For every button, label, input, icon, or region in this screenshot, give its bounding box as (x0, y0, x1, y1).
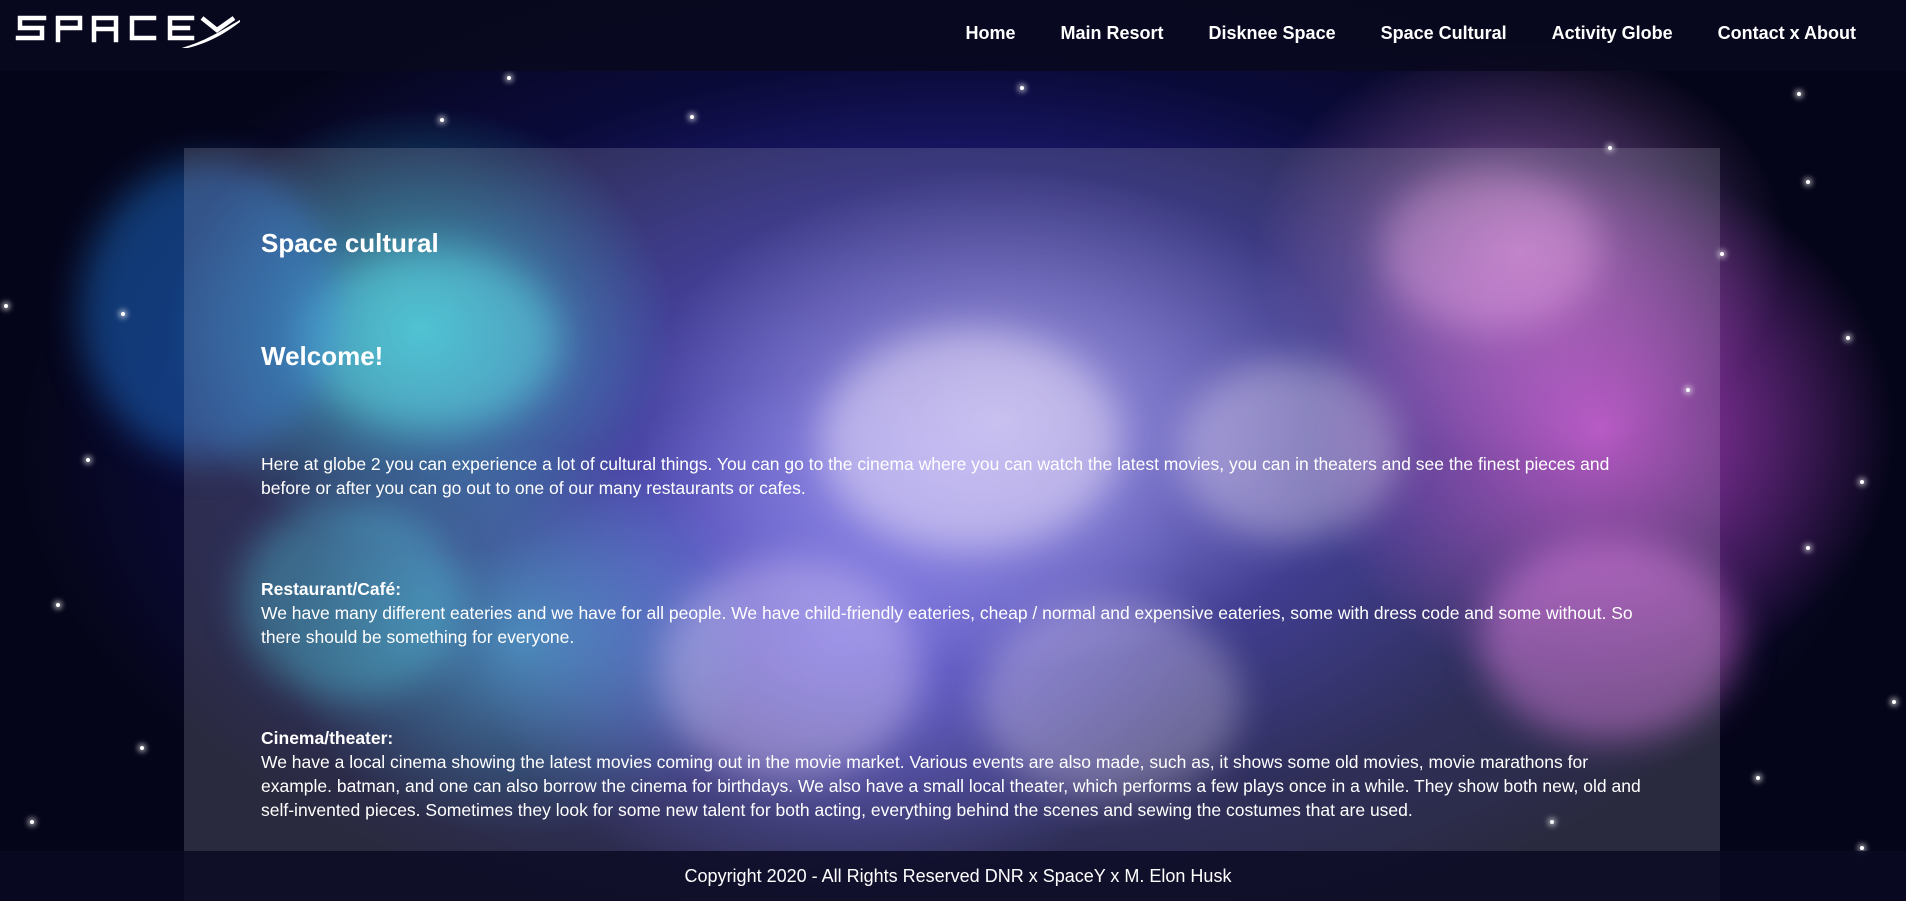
intro-paragraph: Here at globe 2 you can experience a lot… (261, 454, 1610, 498)
content-body: Space cultural Welcome! Here at globe 2 … (261, 228, 1651, 820)
page-title: Space cultural (261, 228, 439, 258)
nav-main-resort[interactable]: Main Resort (1060, 23, 1163, 44)
site-header: Home Main Resort Disknee Space Space Cul… (0, 0, 1906, 71)
nav-disknee-space[interactable]: Disknee Space (1209, 23, 1336, 44)
restaurant-heading: Restaurant/Café: (261, 579, 402, 599)
nav-home[interactable]: Home (965, 23, 1015, 44)
spacey-logo[interactable] (14, 12, 250, 52)
cinema-section: Cinema/theater: We have a local cinema s… (261, 726, 1651, 822)
site-footer: Copyright 2020 - All Rights Reserved DNR… (0, 851, 1906, 901)
cinema-heading: Cinema/theater: (261, 728, 394, 748)
main-nav: Home Main Resort Disknee Space Space Cul… (965, 0, 1906, 66)
spacey-logo-mark (15, 14, 250, 52)
content-card: Space cultural Welcome! Here at globe 2 … (184, 148, 1720, 901)
restaurant-section: Restaurant/Café: We have many different … (261, 577, 1651, 649)
cinema-text: We have a local cinema showing the lates… (261, 752, 1641, 820)
nav-space-cultural[interactable]: Space Cultural (1381, 23, 1507, 44)
welcome-heading: Welcome! (261, 341, 384, 371)
copyright-text: Copyright 2020 - All Rights Reserved DNR… (684, 865, 1232, 886)
nav-activity-globe[interactable]: Activity Globe (1552, 23, 1673, 44)
restaurant-text: We have many different eateries and we h… (261, 603, 1633, 647)
nav-contact-about[interactable]: Contact x About (1718, 23, 1856, 44)
